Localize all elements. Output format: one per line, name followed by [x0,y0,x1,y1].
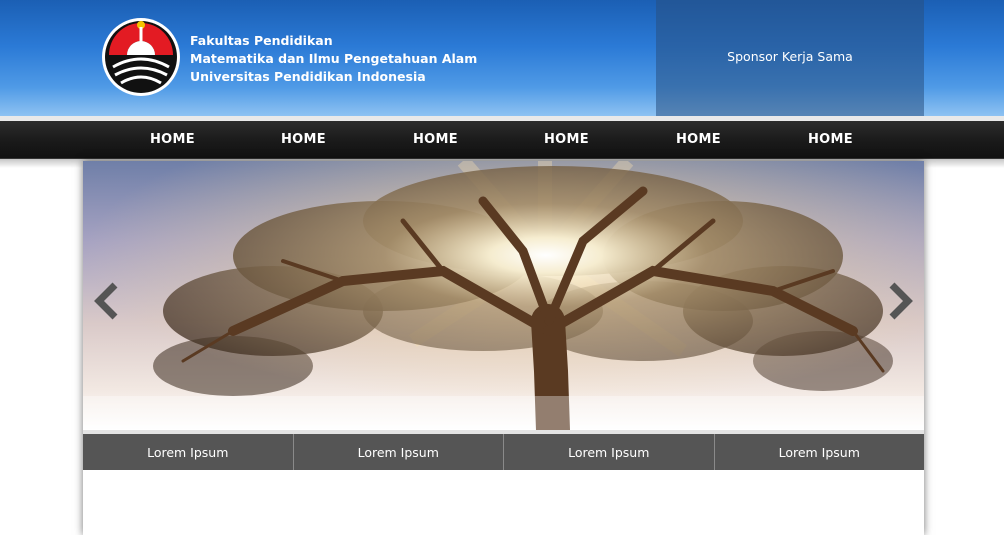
main-nav: HOME HOME HOME HOME HOME HOME [0,121,1004,159]
title-line-3: Universitas Pendidikan Indonesia [190,69,426,84]
nav-item-home-3[interactable]: HOME [413,121,458,158]
slider-prev-button[interactable] [91,281,121,321]
chevron-left-icon [94,282,118,320]
tab-lorem-ipsum-2[interactable]: Lorem Ipsum [294,434,504,470]
upi-logo-icon[interactable] [101,17,181,97]
chevron-right-icon [889,282,913,320]
tab-lorem-ipsum-4[interactable]: Lorem Ipsum [715,434,925,470]
nav-item-home-5[interactable]: HOME [676,121,721,158]
sponsor-panel[interactable]: Sponsor Kerja Sama [656,0,924,116]
nav-item-home-1[interactable]: HOME [150,121,195,158]
nav-item-home-4[interactable]: HOME [544,121,589,158]
image-slider[interactable] [83,161,924,430]
site-title: Fakultas Pendidikan Matematika dan Ilmu … [190,32,477,86]
tab-lorem-ipsum-3[interactable]: Lorem Ipsum [504,434,715,470]
title-line-1: Fakultas Pendidikan [190,33,333,48]
tree-sunburst-image [83,161,924,430]
slider-next-button[interactable] [886,281,916,321]
site-header: Fakultas Pendidikan Matematika dan Ilmu … [0,0,1004,116]
nav-item-home-2[interactable]: HOME [281,121,326,158]
tab-lorem-ipsum-1[interactable]: Lorem Ipsum [83,434,294,470]
main-content: Lorem Ipsum Lorem Ipsum Lorem Ipsum Lore… [83,161,924,535]
nav-item-home-6[interactable]: HOME [808,121,853,158]
sponsor-label: Sponsor Kerja Sama [727,49,853,64]
title-line-2: Matematika dan Ilmu Pengetahuan Alam [190,51,478,66]
feature-tabs: Lorem Ipsum Lorem Ipsum Lorem Ipsum Lore… [83,434,924,470]
